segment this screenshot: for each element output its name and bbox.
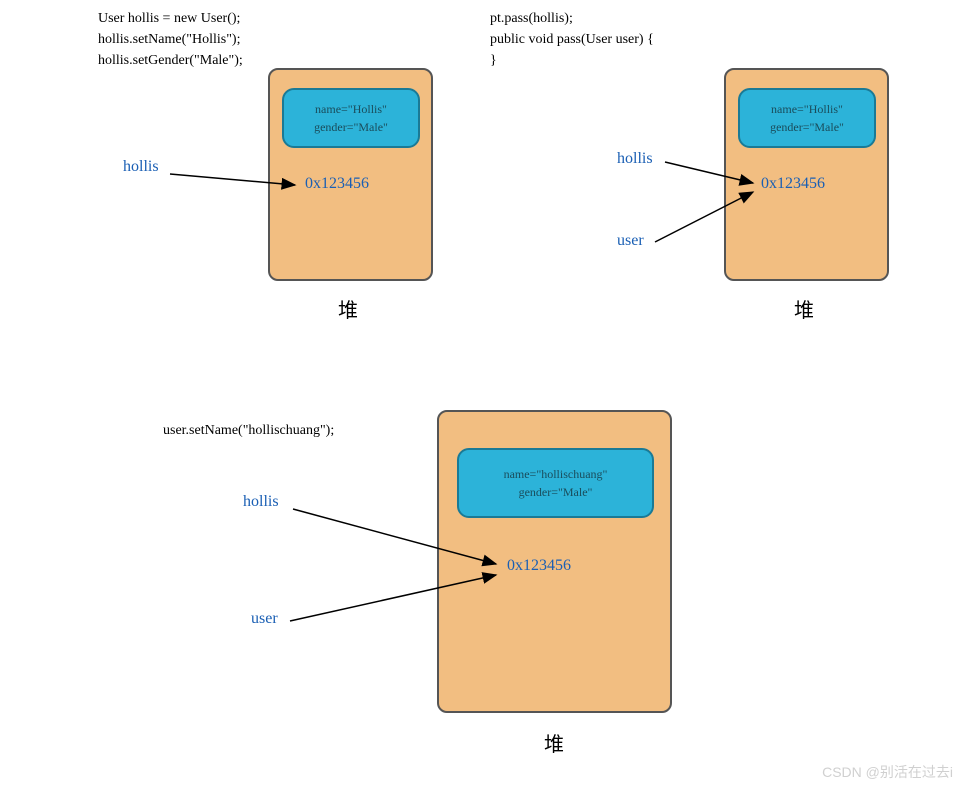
heap-box-2: name="Hollis" gender="Male" 0x123456 <box>724 68 889 281</box>
heap-label-2: 堆 <box>794 294 814 323</box>
watermark: CSDN @别活在过去i <box>822 762 953 782</box>
obj-gender-3: gender="Male" <box>519 483 593 501</box>
object-box-1: name="Hollis" gender="Male" <box>282 88 420 148</box>
object-box-3: name="hollischuang" gender="Male" <box>457 448 654 518</box>
pointer-hollis-3: hollis <box>243 493 279 511</box>
pointer-user-2: user <box>617 232 644 250</box>
obj-name-1: name="Hollis" <box>315 100 387 118</box>
pointer-hollis-1: hollis <box>123 158 159 176</box>
obj-gender-2: gender="Male" <box>770 118 844 136</box>
heap-label-1: 堆 <box>338 294 358 323</box>
address-2: 0x123456 <box>761 175 825 193</box>
heap-label-3: 堆 <box>544 728 564 757</box>
heap-box-1: name="Hollis" gender="Male" 0x123456 <box>268 68 433 281</box>
obj-name-3: name="hollischuang" <box>504 465 608 483</box>
code-block-2: pt.pass(hollis); public void pass(User u… <box>490 8 654 71</box>
obj-gender-1: gender="Male" <box>314 118 388 136</box>
pointer-hollis-2: hollis <box>617 150 653 168</box>
address-3: 0x123456 <box>507 557 571 575</box>
object-box-2: name="Hollis" gender="Male" <box>738 88 876 148</box>
pointer-user-3: user <box>251 610 278 628</box>
code-block-1: User hollis = new User(); hollis.setName… <box>98 8 243 71</box>
address-1: 0x123456 <box>305 175 369 193</box>
code-block-3: user.setName("hollischuang"); <box>163 420 334 441</box>
heap-box-3: name="hollischuang" gender="Male" 0x1234… <box>437 410 672 713</box>
obj-name-2: name="Hollis" <box>771 100 843 118</box>
